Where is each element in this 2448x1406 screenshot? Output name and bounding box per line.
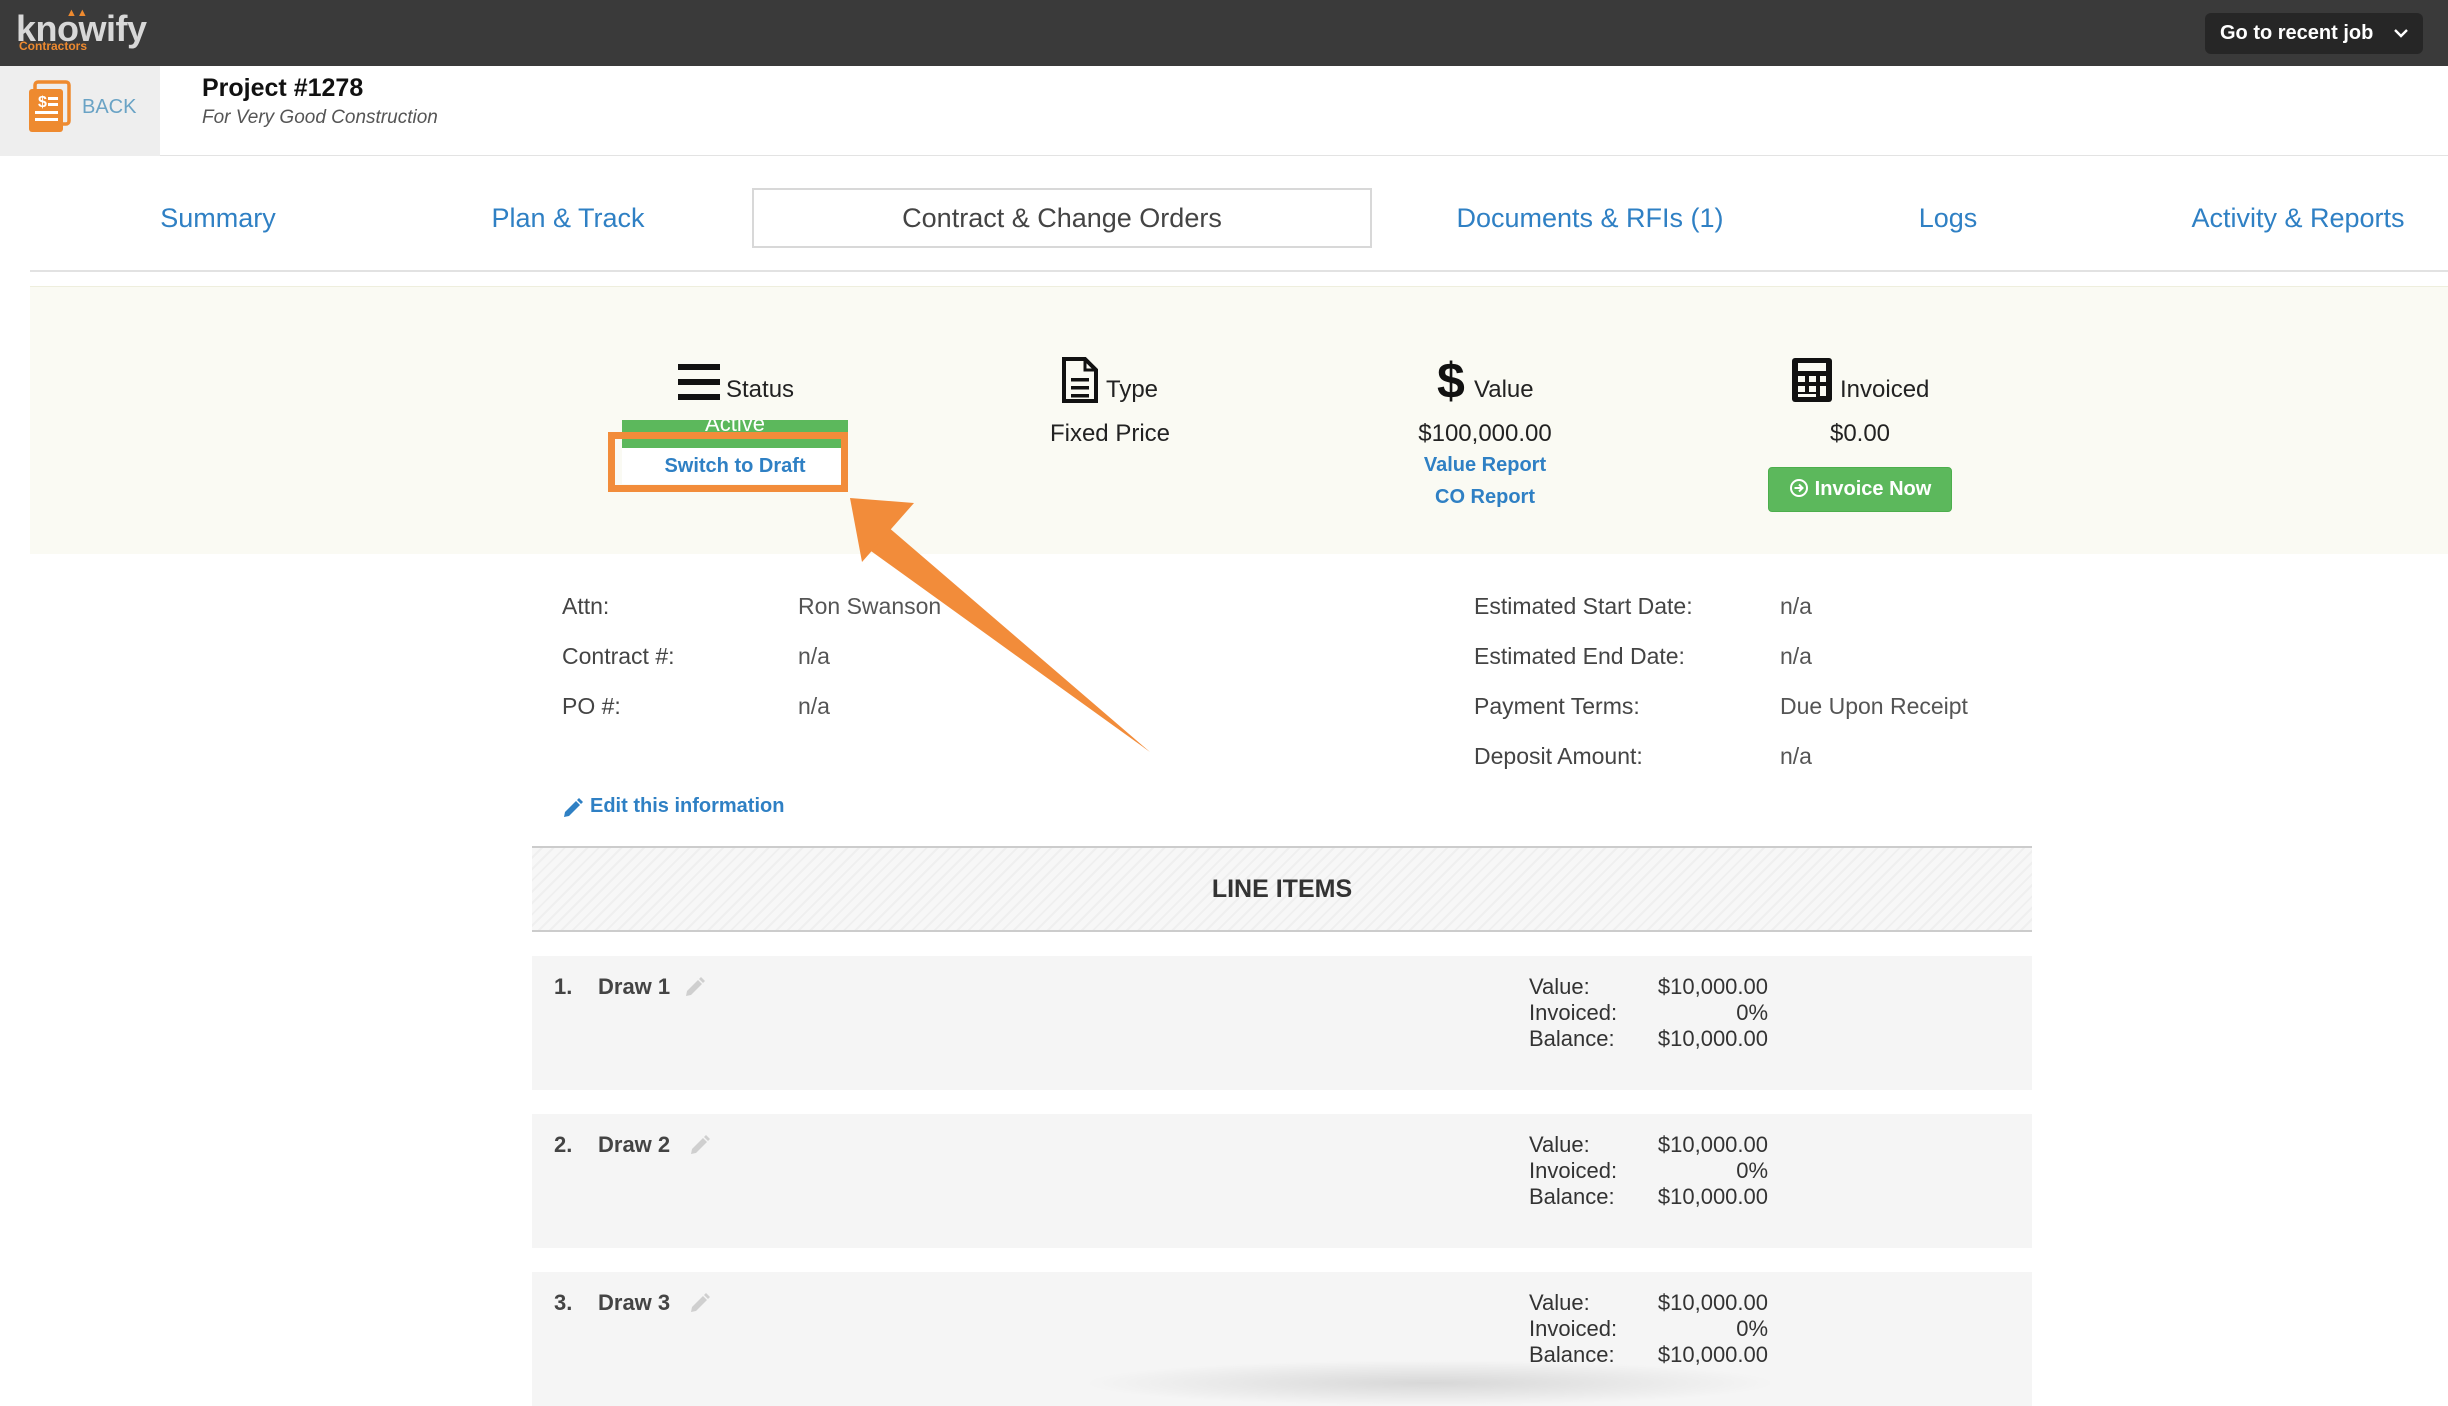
tab-documents-rfis[interactable]: Documents & RFIs (1) <box>1440 188 1740 248</box>
invoiced-header: Invoiced <box>1790 356 1940 406</box>
invoice-now-button[interactable]: Invoice Now <box>1768 467 1952 512</box>
type-label: Type <box>1106 376 1159 403</box>
value-report-link[interactable]: Value Report <box>1385 454 1585 477</box>
line-item-number: 3. <box>554 1290 573 1315</box>
line-item-invoiced: 0% <box>1736 1000 1768 1025</box>
circle-arrow-icon <box>1789 479 1808 497</box>
line-item-invoiced: 0% <box>1736 1158 1768 1183</box>
payment-terms-label: Payment Terms: <box>1474 693 1640 719</box>
line-item-value: $10,000.00 <box>1657 1132 1768 1157</box>
estimated-start-value: n/a <box>1780 593 1812 619</box>
estimated-start-label: Estimated Start Date: <box>1474 593 1693 619</box>
line-item-name: Draw 1 <box>598 974 671 999</box>
line-item-invoiced-label: Invoiced: <box>1529 1316 1618 1341</box>
value-label: Value <box>1474 376 1534 403</box>
invoiced-label: Invoiced <box>1840 376 1930 403</box>
file-icon <box>1062 357 1098 403</box>
invoice-now-label: Invoice Now <box>1814 478 1932 500</box>
status-header: Status <box>676 356 796 406</box>
type-value: Fixed Price <box>1049 420 1171 447</box>
edit-information-link[interactable]: Edit this information <box>562 795 784 818</box>
pencil-icon[interactable] <box>684 976 706 998</box>
knowify-logo[interactable]: ▲▲ knowify Contractors <box>16 7 156 54</box>
line-item-balance: $10,000.00 <box>1657 1026 1768 1051</box>
back-label: BACK <box>82 96 137 118</box>
chevron-down-icon <box>2394 29 2408 38</box>
contract-summary-panel <box>30 286 2448 554</box>
status-label: Status <box>726 376 795 403</box>
line-items-header: LINE ITEMS <box>532 846 2032 932</box>
svg-text:$: $ <box>1437 354 1465 406</box>
value-header: $ Value <box>1436 354 1546 406</box>
po-number-value: n/a <box>798 693 830 719</box>
edit-information-label: Edit this information <box>590 795 785 817</box>
payment-terms-value: Due Upon Receipt <box>1780 693 1968 719</box>
estimated-end-label: Estimated End Date: <box>1474 643 1685 669</box>
line-item-value-label: Value: <box>1529 1290 1590 1315</box>
attn-label: Attn: <box>562 593 610 619</box>
line-item-value: $10,000.00 <box>1657 1290 1768 1315</box>
tab-activity-reports[interactable]: Activity & Reports <box>2178 188 2418 248</box>
highlight-box <box>608 432 848 492</box>
po-number-label: PO #: <box>562 693 621 719</box>
contract-value: $100,000.00 <box>1418 420 1552 447</box>
attn-value: Ron Swanson <box>798 593 942 619</box>
back-button[interactable]: $ BACK <box>0 66 160 156</box>
line-item: 2. Draw 2 Value: Invoiced: Balance: $10,… <box>532 1114 2032 1248</box>
line-item-name: Draw 2 <box>598 1132 671 1157</box>
line-item-invoiced: 0% <box>1736 1316 1768 1341</box>
tab-plan-track[interactable]: Plan & Track <box>468 188 668 248</box>
dollar-icon: $ <box>1437 354 1465 406</box>
recent-job-label: Go to recent job <box>2220 22 2374 44</box>
line-item-balance-label: Balance: <box>1529 1184 1615 1209</box>
contract-number-value: n/a <box>798 643 830 669</box>
top-bar: ▲▲ knowify Contractors Go to recent job <box>0 0 2448 66</box>
line-item-balance: $10,000.00 <box>1657 1184 1768 1209</box>
estimated-end-value: n/a <box>1780 643 1812 669</box>
pencil-icon[interactable] <box>689 1292 711 1314</box>
line-item-value-label: Value: <box>1529 974 1590 999</box>
svg-text:$: $ <box>38 94 47 111</box>
line-item-value-label: Value: <box>1529 1132 1590 1157</box>
hamburger-icon <box>678 364 720 400</box>
go-to-recent-job-dropdown[interactable]: Go to recent job <box>2205 13 2423 54</box>
tabs-divider <box>30 270 2448 272</box>
line-item-number: 1. <box>554 974 573 999</box>
tab-contract-change-orders[interactable]: Contract & Change Orders <box>752 188 1372 248</box>
line-item-number: 2. <box>554 1132 573 1157</box>
line-item-balance-label: Balance: <box>1529 1026 1615 1051</box>
line-item-value: $10,000.00 <box>1657 974 1768 999</box>
co-report-link[interactable]: CO Report <box>1385 486 1585 509</box>
deposit-amount-value: n/a <box>1780 743 1812 769</box>
calculator-icon <box>1792 358 1832 402</box>
line-item-invoiced-label: Invoiced: <box>1529 1158 1618 1183</box>
line-item: 1. Draw 1 Value: Invoiced: Balance: $10,… <box>532 956 2032 1090</box>
pencil-icon[interactable] <box>689 1134 711 1156</box>
line-item-name: Draw 3 <box>598 1290 671 1315</box>
pencil-icon <box>564 798 583 817</box>
contract-number-label: Contract #: <box>562 643 675 669</box>
type-header: Type <box>1060 356 1170 406</box>
bottom-shadow <box>1080 1360 1780 1406</box>
header-divider <box>160 155 2448 156</box>
invoiced-amount: $0.00 <box>1829 420 1891 447</box>
deposit-amount-label: Deposit Amount: <box>1474 743 1643 769</box>
project-subtitle: For Very Good Construction <box>202 107 438 128</box>
tab-logs[interactable]: Logs <box>1898 188 1998 248</box>
logo-subtitle: Contractors <box>19 39 88 53</box>
tab-summary[interactable]: Summary <box>128 188 308 248</box>
document-dollar-icon: $ <box>29 80 71 132</box>
project-title: Project #1278 <box>202 74 364 102</box>
line-item-invoiced-label: Invoiced: <box>1529 1000 1618 1025</box>
